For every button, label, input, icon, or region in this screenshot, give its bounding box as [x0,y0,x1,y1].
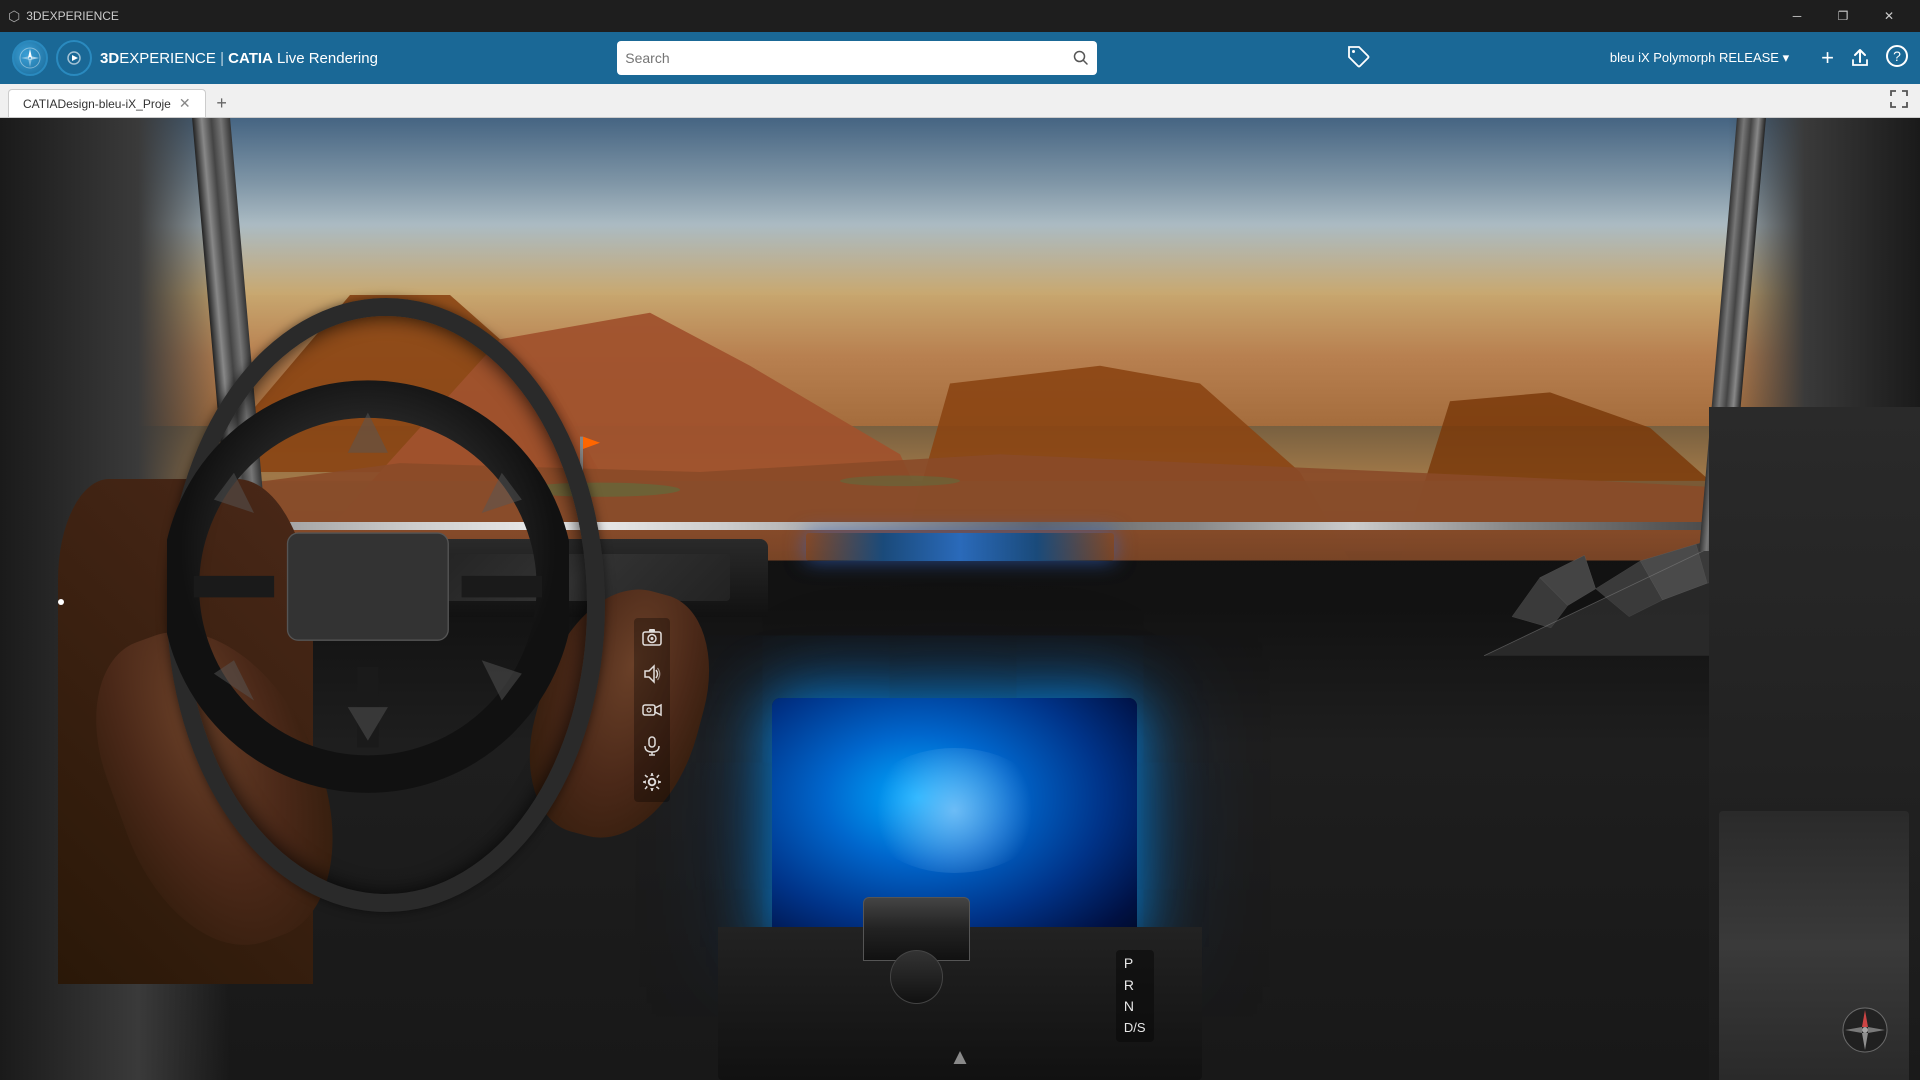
nav-bar: 3D3DEXPERIENCEEXPERIENCE | CATIA Live Re… [0,32,1920,84]
search-input[interactable] [625,50,1067,66]
speaker-icon [642,664,662,684]
help-button[interactable]: ? [1886,45,1908,67]
search-area[interactable] [617,41,1097,75]
nav-arrow-up[interactable]: ▲ [949,1044,971,1070]
search-icon[interactable] [1073,50,1089,66]
tag-icon [1345,43,1371,69]
sub-module: Live Rendering [277,50,378,67]
video-tool-button[interactable] [638,696,666,724]
add-tab-button[interactable]: + [210,91,234,115]
main-viewport: P R N D/S [0,118,1920,1080]
title-bar-text: 3DEXPERIENCE [26,9,1774,23]
navigation-compass [1840,1005,1890,1060]
title-bar: ⬡ 3DEXPERIENCE ─ ❐ ✕ [0,0,1920,32]
compass-icon [19,47,41,69]
nav-right: bleu iX Polymorph RELEASE ▾ + ? [1610,45,1908,71]
camera-icon [642,628,662,648]
camera-tool-button[interactable] [638,624,666,652]
share-icon [1850,48,1870,68]
far-right-panel [1709,407,1920,1080]
center-hud-strip [806,533,1113,561]
microphone-tool-button[interactable] [638,732,666,760]
toolbar-overlay [634,618,670,802]
window-controls: ─ ❐ ✕ [1774,0,1912,32]
gear-N: N [1124,997,1146,1017]
settings-tool-button[interactable] [638,768,666,796]
gear-labels: P R N D/S [1116,950,1154,1042]
expand-button[interactable] [1890,90,1908,113]
tab-close-icon[interactable]: ✕ [179,95,191,112]
gear-R: R [1124,976,1146,996]
close-button[interactable]: ✕ [1866,0,1912,32]
indicator-dot [58,599,64,605]
video-icon [642,700,662,720]
add-button[interactable]: + [1821,45,1834,71]
logo-area: 3D3DEXPERIENCEEXPERIENCE | CATIA Live Re… [12,40,378,76]
gear-shifter-knob [863,897,969,1004]
restore-button[interactable]: ❐ [1820,0,1866,32]
tab-label: CATIADesign-bleu-iX_Proje [23,97,171,111]
app-icon: ⬡ [8,8,20,25]
share-button[interactable] [1850,45,1870,71]
microphone-icon [642,736,662,756]
play-icon [67,51,81,65]
expand-icon [1890,90,1908,108]
gear-P: P [1124,954,1146,974]
compass-widget-svg [1840,1005,1890,1055]
minimize-button[interactable]: ─ [1774,0,1820,32]
gear-DS: D/S [1124,1019,1146,1037]
app-title: 3D3DEXPERIENCEEXPERIENCE | CATIA Live Re… [100,50,378,67]
settings-gear-icon [642,772,662,792]
user-profile[interactable]: bleu iX Polymorph RELEASE ▾ [1610,50,1789,66]
steering-wheel-rim [167,298,605,911]
tag-button[interactable] [1345,43,1371,74]
steering-wheel-svg [167,298,569,875]
compass-logo[interactable] [12,40,48,76]
steering-wheel-area [58,262,788,984]
play-button[interactable] [56,40,92,76]
nav-actions: + ? [1821,45,1908,71]
module-name: CATIA [228,50,273,67]
audio-tool-button[interactable] [638,660,666,688]
tab-bar: CATIADesign-bleu-iX_Proje ✕ + [0,84,1920,118]
active-tab[interactable]: CATIADesign-bleu-iX_Proje ✕ [8,89,206,117]
